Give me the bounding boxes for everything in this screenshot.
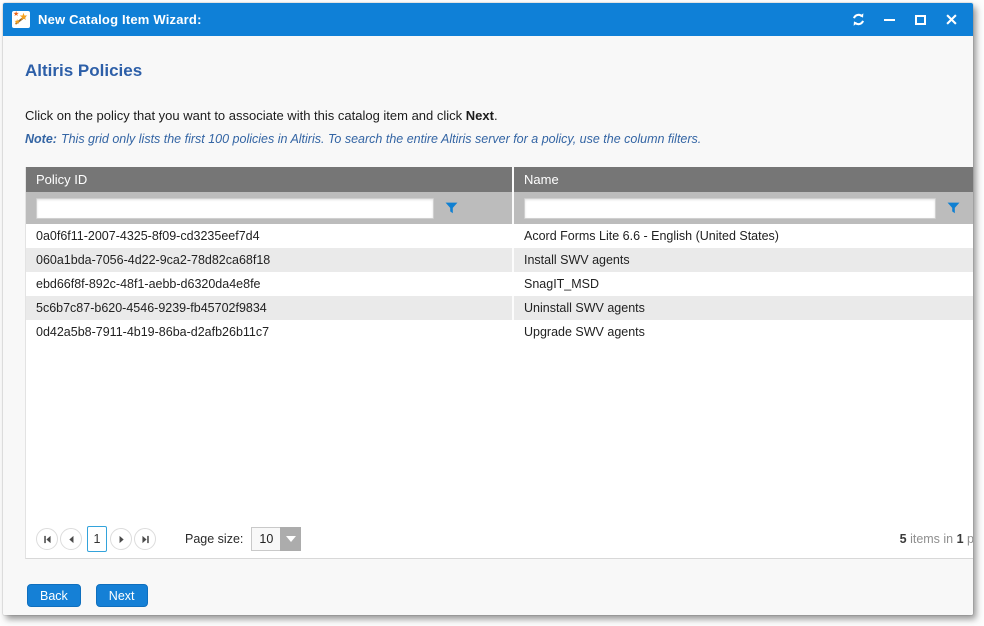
filter-funnel-icon bbox=[445, 202, 458, 214]
items-count: 5 bbox=[900, 532, 907, 546]
note-text: Note: This grid only lists the first 100 … bbox=[25, 132, 701, 146]
maximize-icon bbox=[915, 15, 926, 25]
next-page-button[interactable] bbox=[110, 528, 132, 550]
filter-funnel-icon bbox=[947, 202, 960, 214]
minimize-button[interactable] bbox=[874, 3, 905, 36]
last-page-icon bbox=[141, 535, 150, 544]
wizard-content: Altiris Policies Click on the policy tha… bbox=[3, 36, 973, 615]
title-bar: ★ ★ ★ New Catalog Item Wizard: bbox=[3, 3, 973, 36]
table-row[interactable]: 060a1bda-7056-4d22-9ca2-78d82ca68f18 Ins… bbox=[26, 248, 973, 272]
instruction-text: Click on the policy that you want to ass… bbox=[25, 108, 498, 123]
current-page-indicator[interactable]: 1 bbox=[87, 526, 107, 552]
wizard-window: ★ ★ ★ New Catalog Item Wizard: bbox=[3, 3, 973, 615]
name-cell[interactable]: Uninstall SWV agents bbox=[514, 296, 973, 320]
next-page-icon bbox=[117, 535, 126, 544]
policy-id-cell[interactable]: ebd66f8f-892c-48f1-aebb-d6320da4e8fe bbox=[26, 272, 514, 296]
items-text: items in bbox=[907, 532, 957, 546]
pages-count: 1 bbox=[957, 532, 964, 546]
policy-id-cell[interactable]: 060a1bda-7056-4d22-9ca2-78d82ca68f18 bbox=[26, 248, 514, 272]
pages-text: p bbox=[964, 532, 973, 546]
instruction-suffix: . bbox=[494, 108, 498, 123]
name-filter-cell bbox=[514, 192, 973, 224]
grid-header-row: Policy ID Name bbox=[26, 167, 973, 192]
chevron-down-icon bbox=[286, 536, 296, 542]
page-size-value: 10 bbox=[251, 527, 280, 551]
table-row[interactable]: 0a0f6f11-2007-4325-8f09-cd3235eef7d4 Aco… bbox=[26, 224, 973, 248]
policy-id-cell[interactable]: 0d42a5b8-7911-4b19-86ba-d2afb26b11c7 bbox=[26, 320, 514, 344]
grid-body: 0a0f6f11-2007-4325-8f09-cd3235eef7d4 Aco… bbox=[26, 224, 973, 520]
prev-page-icon bbox=[67, 535, 76, 544]
policy-id-filter-input[interactable] bbox=[36, 198, 434, 219]
table-row[interactable]: 5c6b7c87-b620-4546-9239-fb45702f9834 Uni… bbox=[26, 296, 973, 320]
pager-info-text: 5 items in 1 p bbox=[900, 532, 973, 546]
close-icon bbox=[946, 14, 957, 25]
policies-grid: Policy ID Name bbox=[25, 167, 973, 559]
policy-id-filter-cell bbox=[26, 192, 512, 224]
policy-id-cell[interactable]: 5c6b7c87-b620-4546-9239-fb45702f9834 bbox=[26, 296, 514, 320]
wizard-footer: Back Next bbox=[27, 584, 148, 607]
policy-id-cell[interactable]: 0a0f6f11-2007-4325-8f09-cd3235eef7d4 bbox=[26, 224, 514, 248]
name-filter-button[interactable] bbox=[947, 202, 960, 214]
star-glyph: ★ bbox=[19, 13, 28, 23]
instruction-bold: Next bbox=[466, 108, 494, 123]
note-body: This grid only lists the first 100 polic… bbox=[61, 132, 701, 146]
grid-empty-space bbox=[26, 344, 973, 520]
screenshot-stage: ★ ★ ★ New Catalog Item Wizard: bbox=[0, 0, 984, 626]
page-size-dropdown-button[interactable] bbox=[280, 527, 301, 551]
window-controls bbox=[843, 3, 967, 36]
first-page-button[interactable] bbox=[36, 528, 58, 550]
name-cell[interactable]: Upgrade SWV agents bbox=[514, 320, 973, 344]
prev-page-button[interactable] bbox=[60, 528, 82, 550]
name-cell[interactable]: Acord Forms Lite 6.6 - English (United S… bbox=[514, 224, 973, 248]
minimize-icon bbox=[884, 19, 895, 21]
page-title: Altiris Policies bbox=[25, 61, 142, 81]
grid-filter-row bbox=[26, 192, 973, 224]
column-header-policy-id[interactable]: Policy ID bbox=[26, 167, 512, 192]
last-page-button[interactable] bbox=[134, 528, 156, 550]
star-glyph: ★ bbox=[13, 11, 19, 18]
star-glyph: ★ bbox=[14, 19, 20, 26]
name-cell[interactable]: SnagIT_MSD bbox=[514, 272, 973, 296]
next-button[interactable]: Next bbox=[96, 584, 148, 607]
instruction-prefix: Click on the policy that you want to ass… bbox=[25, 108, 466, 123]
grid-pager: 1 bbox=[26, 520, 973, 558]
page-size-select[interactable]: 10 bbox=[251, 527, 301, 551]
refresh-button[interactable] bbox=[843, 3, 874, 36]
refresh-icon bbox=[851, 12, 866, 27]
maximize-button[interactable] bbox=[905, 3, 936, 36]
table-row[interactable]: 0d42a5b8-7911-4b19-86ba-d2afb26b11c7 Upg… bbox=[26, 320, 973, 344]
window-title: New Catalog Item Wizard: bbox=[38, 12, 202, 27]
close-button[interactable] bbox=[936, 3, 967, 36]
column-header-name[interactable]: Name bbox=[514, 167, 973, 192]
page-size-label: Page size: bbox=[185, 532, 243, 546]
table-row[interactable]: ebd66f8f-892c-48f1-aebb-d6320da4e8fe Sna… bbox=[26, 272, 973, 296]
name-cell[interactable]: Install SWV agents bbox=[514, 248, 973, 272]
note-label: Note: bbox=[25, 132, 57, 146]
name-filter-input[interactable] bbox=[524, 198, 936, 219]
policy-id-filter-button[interactable] bbox=[445, 202, 458, 214]
first-page-icon bbox=[43, 535, 52, 544]
wizard-app-icon: ★ ★ ★ bbox=[12, 11, 30, 28]
back-button[interactable]: Back bbox=[27, 584, 81, 607]
